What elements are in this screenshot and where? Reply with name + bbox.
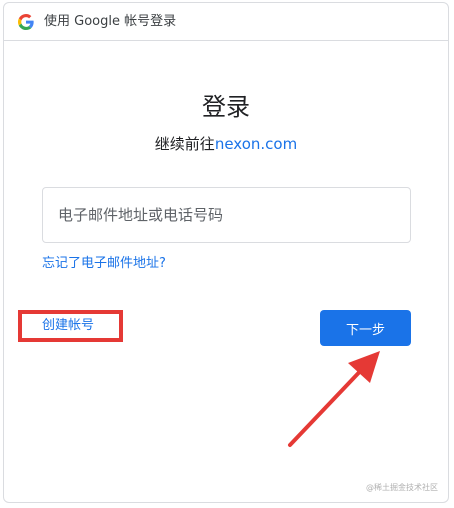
page-title: 登录 xyxy=(202,93,250,121)
google-g-icon xyxy=(18,14,34,30)
next-button[interactable]: 下一步 xyxy=(320,310,411,346)
email-field-container xyxy=(42,187,411,243)
page-subtitle: 继续前往nexon.com xyxy=(4,133,448,155)
watermark: @稀土掘金技术社区 xyxy=(366,483,438,492)
email-input[interactable] xyxy=(58,188,398,242)
signin-header: 使用 Google 帐号登录 xyxy=(4,3,448,41)
subtitle-domain-link[interactable]: nexon.com xyxy=(215,135,297,153)
forgot-email-link[interactable]: 忘记了电子邮件地址? xyxy=(42,255,166,273)
subtitle-prefix: 继续前往 xyxy=(154,135,215,153)
signin-card: 使用 Google 帐号登录 登录 继续前往nexon.com 忘记了电子邮件地… xyxy=(3,2,449,503)
create-account-link[interactable]: 创建帐号 xyxy=(42,317,94,335)
header-title: 使用 Google 帐号登录 xyxy=(44,14,177,29)
red-arrow-icon xyxy=(288,351,380,447)
